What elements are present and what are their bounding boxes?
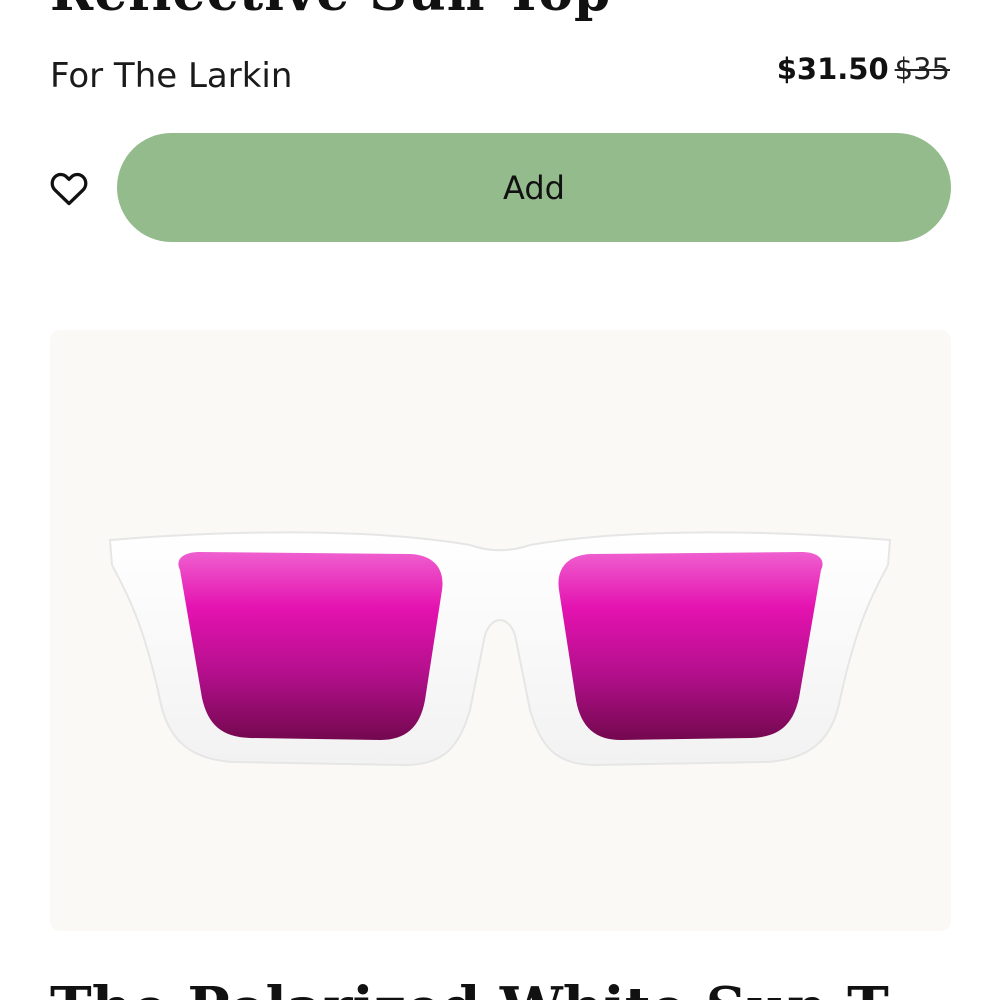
- product-title: Reflective Sun Top: [50, 0, 611, 23]
- next-product-title[interactable]: The Polarized White Sun T: [50, 975, 889, 1000]
- add-to-cart-button[interactable]: Add: [117, 133, 951, 242]
- right-lens: [558, 552, 823, 740]
- wishlist-button[interactable]: [48, 168, 90, 208]
- heart-outline-icon: [50, 172, 88, 206]
- product-image-card[interactable]: [50, 330, 951, 931]
- left-lens: [178, 552, 443, 740]
- price-block: $31.50 $35: [777, 52, 950, 86]
- sale-price: $31.50: [776, 52, 889, 86]
- brand-name[interactable]: For The Larkin: [50, 56, 292, 96]
- sunglasses-image: [108, 531, 892, 767]
- original-price: $35: [894, 52, 950, 86]
